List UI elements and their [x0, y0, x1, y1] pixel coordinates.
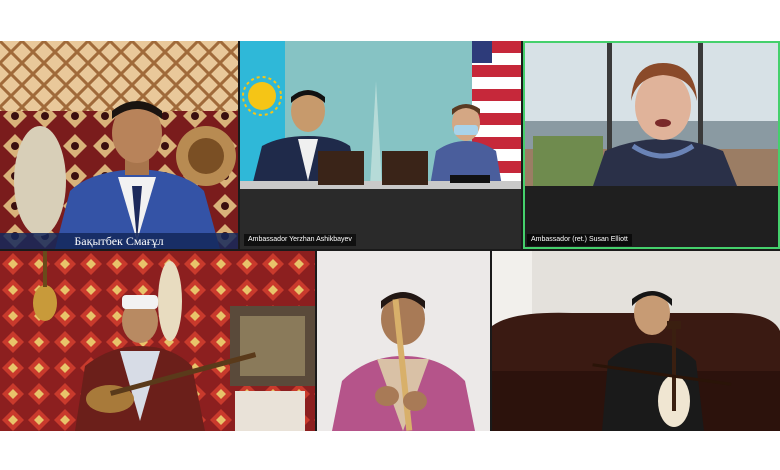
- video-tile-3-active-speaker[interactable]: Ambassador (ret.) Susan Elliott: [523, 41, 780, 249]
- video-tile-2[interactable]: Ambassador Yerzhan Ashikbayev: [240, 41, 521, 249]
- video-frame-kobyz: [492, 251, 780, 431]
- video-tile-4[interactable]: [0, 251, 315, 431]
- participant-name-tag: Ambassador (ret.) Susan Elliott: [527, 234, 632, 246]
- dombra-icon: [33, 285, 57, 321]
- video-frame-flute: [317, 251, 490, 431]
- participant-name-tag: Ambassador Yerzhan Ashikbayev: [244, 234, 356, 246]
- video-tile-5[interactable]: [317, 251, 490, 431]
- video-tile-6[interactable]: [492, 251, 780, 431]
- video-frame-seaview: [523, 41, 780, 249]
- video-frame-yurt: [0, 41, 238, 249]
- video-grid: Бақытбек Смағұл Ambassador Yerzhan Ashik…: [0, 41, 780, 431]
- video-frame-ambassadors: [240, 41, 521, 249]
- participant-caption: Бақытбек Смағұл: [0, 233, 238, 249]
- video-frame-dombra: [0, 251, 315, 431]
- video-tile-1[interactable]: Бақытбек Смағұл: [0, 41, 238, 249]
